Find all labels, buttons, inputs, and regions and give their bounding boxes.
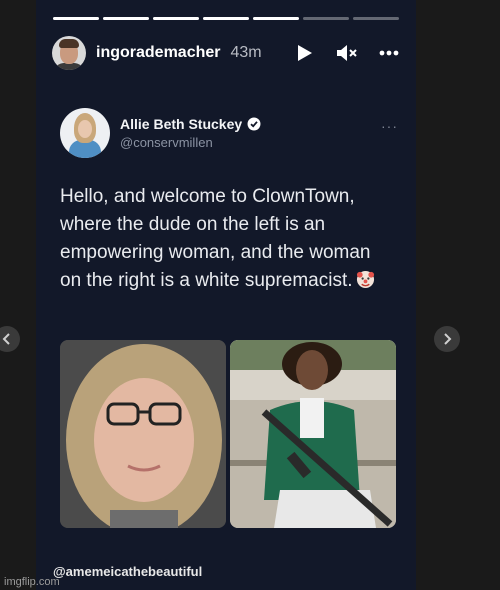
tweet-text-content: Hello, and welcome to ClownTown, where t… (60, 186, 371, 291)
story-controls (294, 42, 400, 64)
story-progress-bar (53, 17, 399, 20)
author-avatar (60, 108, 110, 158)
chevron-right-icon (444, 333, 452, 345)
clown-face-icon (356, 270, 374, 289)
more-icon (379, 50, 399, 56)
progress-segment (353, 17, 399, 20)
play-button[interactable] (294, 42, 316, 64)
progress-segment (303, 17, 349, 20)
footer-handle: @amemeicathebeautiful (53, 564, 203, 579)
embedded-tweet: Allie Beth Stuckey @conservmillen ··· He… (60, 108, 400, 295)
tweet-author: Allie Beth Stuckey @conservmillen (60, 108, 400, 158)
tweet-photo-left[interactable] (60, 340, 226, 528)
play-icon (298, 45, 312, 61)
story-username[interactable]: ingorademacher (96, 44, 220, 62)
progress-segment (253, 17, 299, 20)
story-timestamp: 43m (230, 44, 262, 61)
verified-badge-icon (247, 117, 261, 131)
tweet-photos (60, 340, 396, 528)
portrait-image (60, 340, 226, 528)
more-options-button[interactable] (378, 42, 400, 64)
progress-segment (53, 17, 99, 20)
tweet-more-icon: ··· (381, 118, 398, 134)
portrait-image (230, 340, 396, 528)
user-avatar[interactable] (52, 36, 86, 70)
tweet-text: Hello, and welcome to ClownTown, where t… (60, 183, 390, 295)
chevron-left-icon (2, 333, 10, 345)
progress-segment (203, 17, 249, 20)
next-story-button[interactable] (434, 326, 460, 352)
story-header: ingorademacher 43m (52, 35, 400, 71)
story-viewer[interactable]: ingorademacher 43m Allie Beth Stuckey @c… (36, 0, 416, 590)
progress-segment (153, 17, 199, 20)
tweet-photo-right[interactable] (230, 340, 396, 528)
author-name: Allie Beth Stuckey (120, 116, 243, 132)
mute-button[interactable] (336, 42, 358, 64)
watermark: imgflip.com (4, 576, 60, 588)
progress-segment (103, 17, 149, 20)
mute-icon (337, 45, 357, 61)
author-handle: @conservmillen (120, 135, 213, 150)
